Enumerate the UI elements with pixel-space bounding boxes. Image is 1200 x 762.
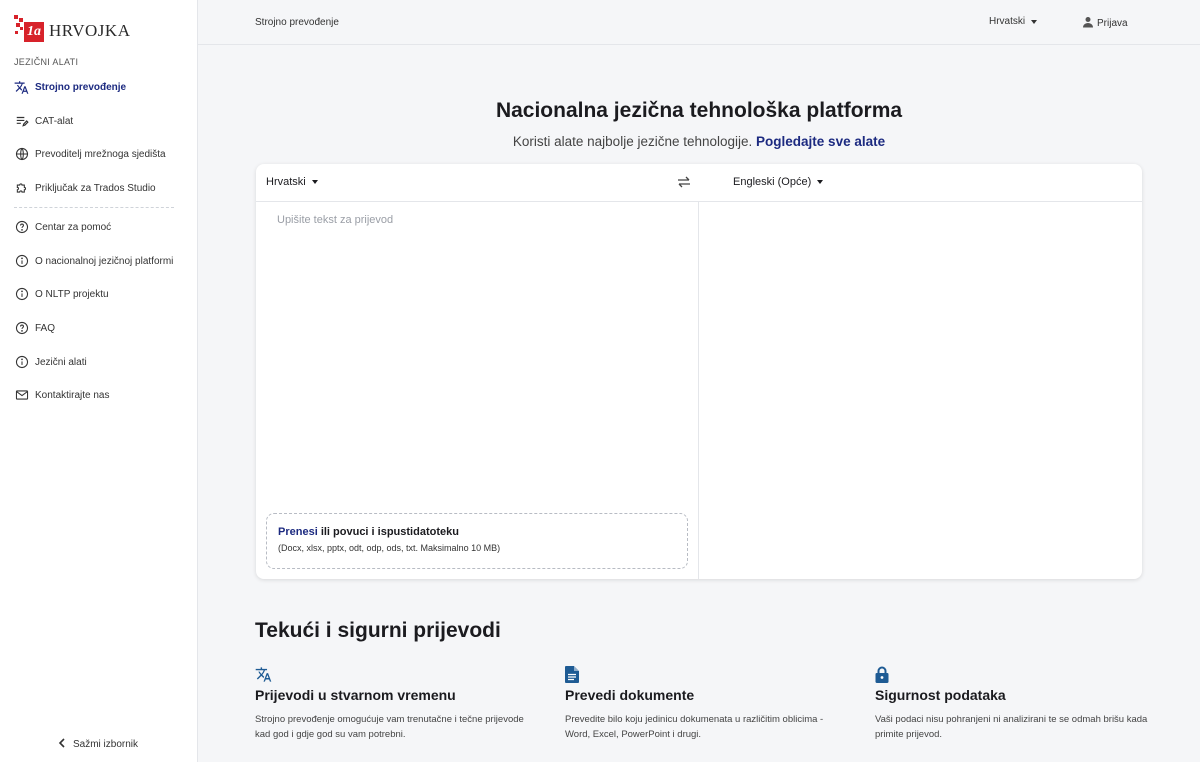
sidebar-item-label: Jezični alati (35, 356, 87, 368)
sidebar-item-label: Prevoditelj mrežnoga sjedišta (35, 148, 166, 160)
sidebar-item-label: Priključak za Trados Studio (35, 182, 156, 194)
source-language-select[interactable]: Hrvatski (266, 176, 318, 188)
feature-title: Prevedi dokumente (565, 687, 695, 703)
swap-languages-button[interactable] (676, 175, 694, 191)
view-all-tools-link[interactable]: Pogledajte sve alate (756, 134, 885, 149)
sidebar-item-about-platform[interactable]: O nacionalnoj jezičnoj platformi (14, 251, 173, 271)
upload-hint: (Docx, xlsx, pptx, odt, odp, ods, txt. M… (278, 543, 501, 553)
sidebar-item-cat-tool[interactable]: CAT-alat (14, 111, 73, 131)
subtitle-text: Koristi alate najbolje jezične tehnologi… (512, 134, 753, 149)
feature-title: Sigurnost podataka (875, 687, 1006, 703)
sidebar-item-machine-translation[interactable]: Strojno prevođenje (14, 77, 126, 97)
sidebar-divider (14, 207, 174, 208)
sidebar-item-label: Strojno prevođenje (35, 81, 127, 93)
language-bar: Hrvatski Engleski (Opće) (256, 164, 1142, 202)
user-icon (1082, 16, 1094, 31)
sidebar-item-label: O nacionalnoj jezičnoj platformi (35, 255, 174, 267)
target-language-select[interactable]: Engleski (Opće) (733, 176, 824, 188)
file-upload-dropzone[interactable]: Prenesi ili povuci i ispustidatoteku (Do… (266, 513, 688, 569)
help-circle-icon (14, 220, 29, 235)
caret-down-icon (817, 180, 824, 184)
sidebar-item-label: FAQ (35, 322, 56, 334)
brand-name: HRVOJKA (49, 21, 131, 40)
brand-logo[interactable]: 1a HRVOJKA (14, 15, 130, 43)
breadcrumb: Strojno prevođenje (255, 17, 339, 28)
login-label: Prijava (1097, 18, 1128, 29)
lock-icon (875, 666, 1155, 683)
mail-icon (14, 388, 29, 403)
collapse-menu-button[interactable]: Sažmi izbornik (58, 738, 138, 751)
upload-instructions: Prenesi ili povuci i ispustidatoteku (278, 526, 676, 538)
sidebar: 1a HRVOJKA JEZIČNI ALATI Strojno prevođe… (0, 0, 198, 762)
target-language-label: Engleski (Opće) (733, 176, 812, 188)
translate-icon (14, 80, 29, 95)
caret-down-icon (311, 180, 318, 184)
top-bar: Strojno prevođenje Hrvatski Prijava (198, 0, 1200, 45)
feature-documents: Prevedi dokumente Prevedite bilo koju je… (565, 666, 845, 742)
help-circle-icon (14, 321, 29, 336)
sidebar-item-help-center[interactable]: Centar za pomoć (14, 217, 111, 237)
chevron-left-icon (58, 738, 66, 751)
sidebar-item-about-nltp[interactable]: O NLTP projektu (14, 284, 109, 304)
sidebar-item-label: CAT-alat (35, 115, 74, 127)
sidebar-item-label: O NLTP projektu (35, 288, 109, 300)
info-circle-icon (14, 287, 29, 302)
feature-text: Vaši podaci nisu pohranjeni ni analizira… (875, 714, 1148, 740)
feature-text: Prevedite bilo koju jedinicu dokumenata … (565, 714, 824, 740)
interface-language-select[interactable]: Hrvatski (989, 16, 1038, 27)
feature-title: Prijevodi u stvarnom vremenu (255, 687, 456, 703)
sidebar-item-faq[interactable]: FAQ (14, 318, 55, 338)
feature-realtime: Prijevodi u stvarnom vremenu Strojno pre… (255, 666, 535, 742)
page-subtitle: Koristi alate najbolje jezične tehnologi… (198, 134, 1200, 149)
translate-icon (255, 666, 535, 683)
list-edit-icon (14, 114, 29, 129)
source-text-input[interactable] (266, 210, 686, 500)
login-button[interactable]: Prijava (1082, 16, 1128, 31)
sidebar-item-label: Kontaktirajte nas (35, 389, 110, 401)
document-icon (565, 666, 845, 683)
sidebar-item-trados-plugin[interactable]: Priključak za Trados Studio (14, 178, 156, 198)
sidebar-item-website-translator[interactable]: Prevoditelj mrežnoga sjedišta (14, 144, 166, 164)
caret-down-icon (1031, 19, 1038, 24)
upload-text: ili povuci i ispustidatoteku (320, 526, 459, 538)
sidebar-item-contact[interactable]: Kontaktirajte nas (14, 385, 110, 405)
section-label-tools: JEZIČNI ALATI (14, 57, 79, 67)
info-circle-icon (14, 355, 29, 370)
page-title: Nacionalna jezična tehnološka platforma (495, 99, 903, 122)
source-language-label: Hrvatski (266, 176, 306, 188)
translator-card: Hrvatski Engleski (Opće) Prenesi ili pov… (256, 164, 1142, 579)
sidebar-item-language-tools[interactable]: Jezični alati (14, 352, 87, 372)
feature-text: Strojno prevođenje omogućuje vam trenuta… (255, 714, 524, 740)
puzzle-icon (14, 181, 29, 196)
swap-icon (676, 176, 692, 193)
panel-divider (698, 202, 699, 579)
collapse-menu-label: Sažmi izbornik (73, 739, 139, 750)
interface-language-label: Hrvatski (989, 16, 1026, 27)
info-circle-icon (14, 254, 29, 269)
upload-link[interactable]: Prenesi (278, 526, 318, 538)
sidebar-item-label: Centar za pomoć (35, 221, 112, 233)
features-title: Tekući i sigurni prijevodi (255, 619, 501, 642)
globe-icon (14, 147, 29, 162)
feature-security: Sigurnost podataka Vaši podaci nisu pohr… (875, 666, 1155, 742)
logo-mark-icon: 1a (14, 15, 46, 43)
